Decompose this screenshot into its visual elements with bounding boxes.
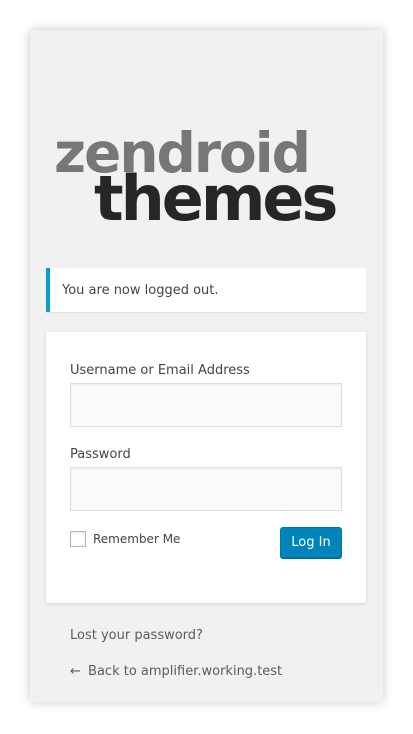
remember-me-checkbox[interactable] bbox=[70, 531, 86, 547]
password-label: Password bbox=[70, 447, 131, 462]
back-to-site-label: Back to amplifier.working.test bbox=[88, 664, 283, 679]
log-in-button[interactable]: Log In bbox=[280, 527, 342, 558]
username-input[interactable] bbox=[70, 383, 342, 427]
remember-me-label[interactable]: Remember Me bbox=[93, 532, 180, 546]
site-logo[interactable]: zendroid themes bbox=[52, 120, 352, 230]
logo-word-themes: themes bbox=[94, 162, 335, 230]
remember-me-option[interactable]: Remember Me bbox=[70, 531, 180, 547]
back-to-site-link[interactable]: ← Back to amplifier.working.test bbox=[70, 664, 282, 679]
logout-notice: You are now logged out. bbox=[46, 268, 366, 312]
login-window: zendroid themes You are now logged out. … bbox=[30, 30, 383, 702]
login-form: Username or Email Address Password Remem… bbox=[46, 332, 366, 603]
lost-password-link[interactable]: Lost your password? bbox=[70, 628, 203, 643]
password-input[interactable] bbox=[70, 467, 342, 511]
notice-message: You are now logged out. bbox=[62, 282, 219, 298]
logo-graphic: zendroid themes bbox=[54, 121, 338, 230]
username-label: Username or Email Address bbox=[70, 363, 250, 378]
back-arrow-icon: ← bbox=[70, 664, 81, 679]
